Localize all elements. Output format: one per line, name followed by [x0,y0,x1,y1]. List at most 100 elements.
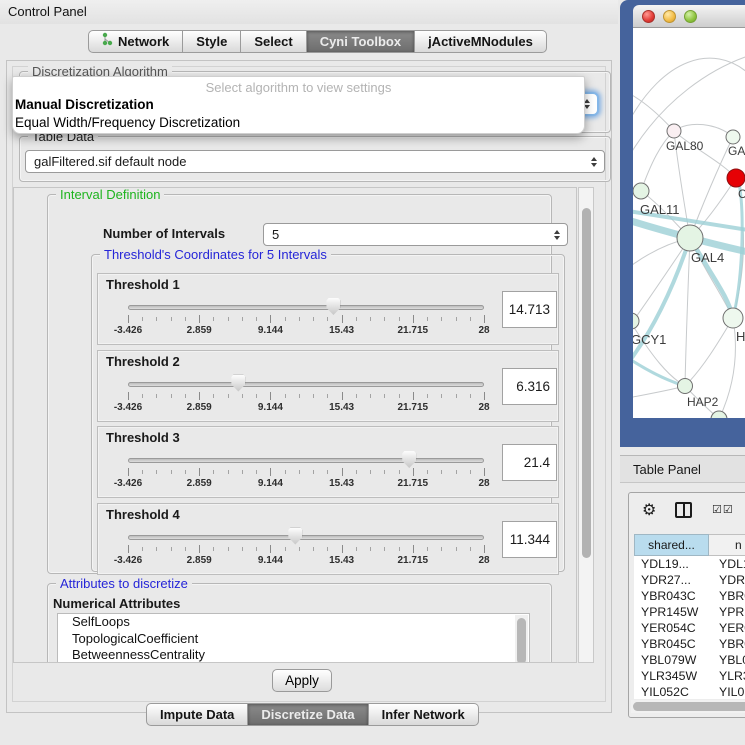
slider-thumb[interactable] [326,298,340,315]
tick-mark [399,470,400,474]
tick-mark [285,394,286,398]
slider-tick-labels: -3.4262.8599.14415.4321.71528 [128,325,484,339]
minimize-traffic-light-icon[interactable] [663,10,676,23]
tab-network[interactable]: Network [88,30,183,53]
slider-track[interactable] [128,535,484,540]
tick-mark [413,468,414,476]
table-row[interactable]: YBL079WYBL0 [634,652,745,668]
slider-track[interactable] [128,458,484,463]
attribute-item-selfloops[interactable]: SelfLoops [58,614,529,631]
threshold-panel-4: Threshold 4-3.4262.8599.14415.4321.71528… [97,503,559,575]
table-row[interactable]: YPR145WYPR1 [634,604,745,620]
attribute-item-topologicalcoefficient[interactable]: TopologicalCoefficient [58,631,529,648]
network-node[interactable] [678,379,693,394]
panel-title: Control Panel [8,4,87,19]
tick-label: 2.859 [187,402,212,413]
scrollbar-thumb[interactable] [582,208,591,558]
network-edge[interactable] [633,58,745,123]
slider-track[interactable] [128,382,484,387]
threshold-value-field[interactable]: 6.316 [502,368,557,405]
network-node[interactable] [711,411,727,418]
tab-infer-network[interactable]: Infer Network [369,703,479,726]
numerical-attributes-list[interactable]: SelfLoopsTopologicalCoefficientBetweenne… [57,613,530,663]
tick-mark [242,394,243,398]
network-node[interactable] [667,124,681,138]
dropdown-item-equal-width-frequency-discretization[interactable]: Equal Width/Frequency Discretization [13,114,584,132]
table-row[interactable]: YDL19...YDL1 [634,556,745,572]
network-edge[interactable] [719,318,735,418]
gear-icon[interactable]: ⚙ [642,500,656,520]
close-traffic-light-icon[interactable] [642,10,655,23]
tick-mark [441,470,442,474]
attribute-item-betweennesscentrality[interactable]: BetweennessCentrality [58,647,529,663]
column-header-1[interactable]: shared... [634,534,709,556]
network-node[interactable] [726,130,740,144]
slider-thumb[interactable] [231,375,245,392]
table-header-row[interactable]: shared...n [634,534,745,556]
number-of-intervals-combobox[interactable]: 5 [263,223,568,246]
scrollbar-thumb[interactable] [517,618,526,663]
tick-label: 28 [478,325,489,336]
table-row[interactable]: YDR27...YDR2 [634,572,745,588]
tab-discretize-data[interactable]: Discretize Data [248,703,368,726]
table-row[interactable]: YLR345WYLR3 [634,668,745,684]
table-row[interactable]: YIL052CYIL0 [634,684,745,699]
network-edge[interactable] [685,238,690,386]
tick-label: 2.859 [187,478,212,489]
table-row[interactable]: YER054CYER0 [634,620,745,636]
list-scrollbar[interactable] [515,615,528,663]
select-columns-icon[interactable]: ☑☑ [712,503,734,516]
tick-mark [285,470,286,474]
network-node[interactable] [633,313,639,329]
tick-mark [270,392,271,400]
tick-mark [413,315,414,323]
table-row[interactable]: YBR043CYBR0 [634,588,745,604]
tab-jactivemnodules[interactable]: jActiveMNodules [415,30,547,53]
threshold-value-field[interactable]: 11.344 [502,521,557,558]
network-edge[interactable] [633,238,690,328]
main-vertical-scrollbar[interactable] [578,187,594,663]
network-node[interactable] [677,225,703,251]
slider-thumb[interactable] [288,528,302,545]
tab-impute-data[interactable]: Impute Data [146,703,248,726]
dropdown-item-manual-discretization[interactable]: Manual Discretization [13,96,584,114]
apply-button[interactable]: Apply [272,669,332,692]
table-panel: ⚙ ☑☑ shared...n YDL19...YDL1YDR27...YDR2… [620,483,745,745]
table-rows: YDL19...YDL1YDR27...YDR2YBR043CYBR0YPR14… [634,556,745,699]
threshold-value-field[interactable]: 21.4 [502,444,557,481]
threshold-value-field[interactable]: 14.713 [502,291,557,328]
column-header-2[interactable]: n [709,534,745,556]
network-edge[interactable] [674,124,733,137]
column-layout-icon[interactable] [675,502,692,518]
network-node[interactable] [633,183,649,199]
tick-mark [327,394,328,398]
network-window-titlebar[interactable] [633,5,745,28]
network-edge[interactable] [685,318,733,386]
slider-track[interactable] [128,305,484,310]
network-node[interactable] [727,169,745,187]
network-icon [102,31,113,52]
tick-mark [299,317,300,321]
tick-label: 21.715 [398,402,429,413]
scrollbar-thumb[interactable] [633,702,745,711]
tab-select[interactable]: Select [241,30,306,53]
tick-mark [356,317,357,321]
tick-mark [171,470,172,474]
tick-mark [470,394,471,398]
network-edge[interactable] [633,386,685,398]
slider-thumb[interactable] [402,451,416,468]
tick-mark [256,470,257,474]
network-canvas[interactable]: GAL80GACGAL11GAL4GCY1HHAP2 [633,28,745,418]
zoom-traffic-light-icon[interactable] [684,10,697,23]
table-row[interactable]: YBR045CYBR0 [634,636,745,652]
tick-label: -3.426 [114,325,142,336]
tick-mark [228,547,229,551]
tab-style[interactable]: Style [183,30,241,53]
table-horizontal-scrollbar[interactable] [631,700,745,713]
network-node[interactable] [723,308,743,328]
tick-mark [470,317,471,321]
tab-cyni-toolbox[interactable]: Cyni Toolbox [307,30,415,53]
table-data-combobox[interactable]: galFiltered.sif default node [25,150,605,173]
tick-mark [327,317,328,321]
network-edge[interactable] [633,93,674,131]
